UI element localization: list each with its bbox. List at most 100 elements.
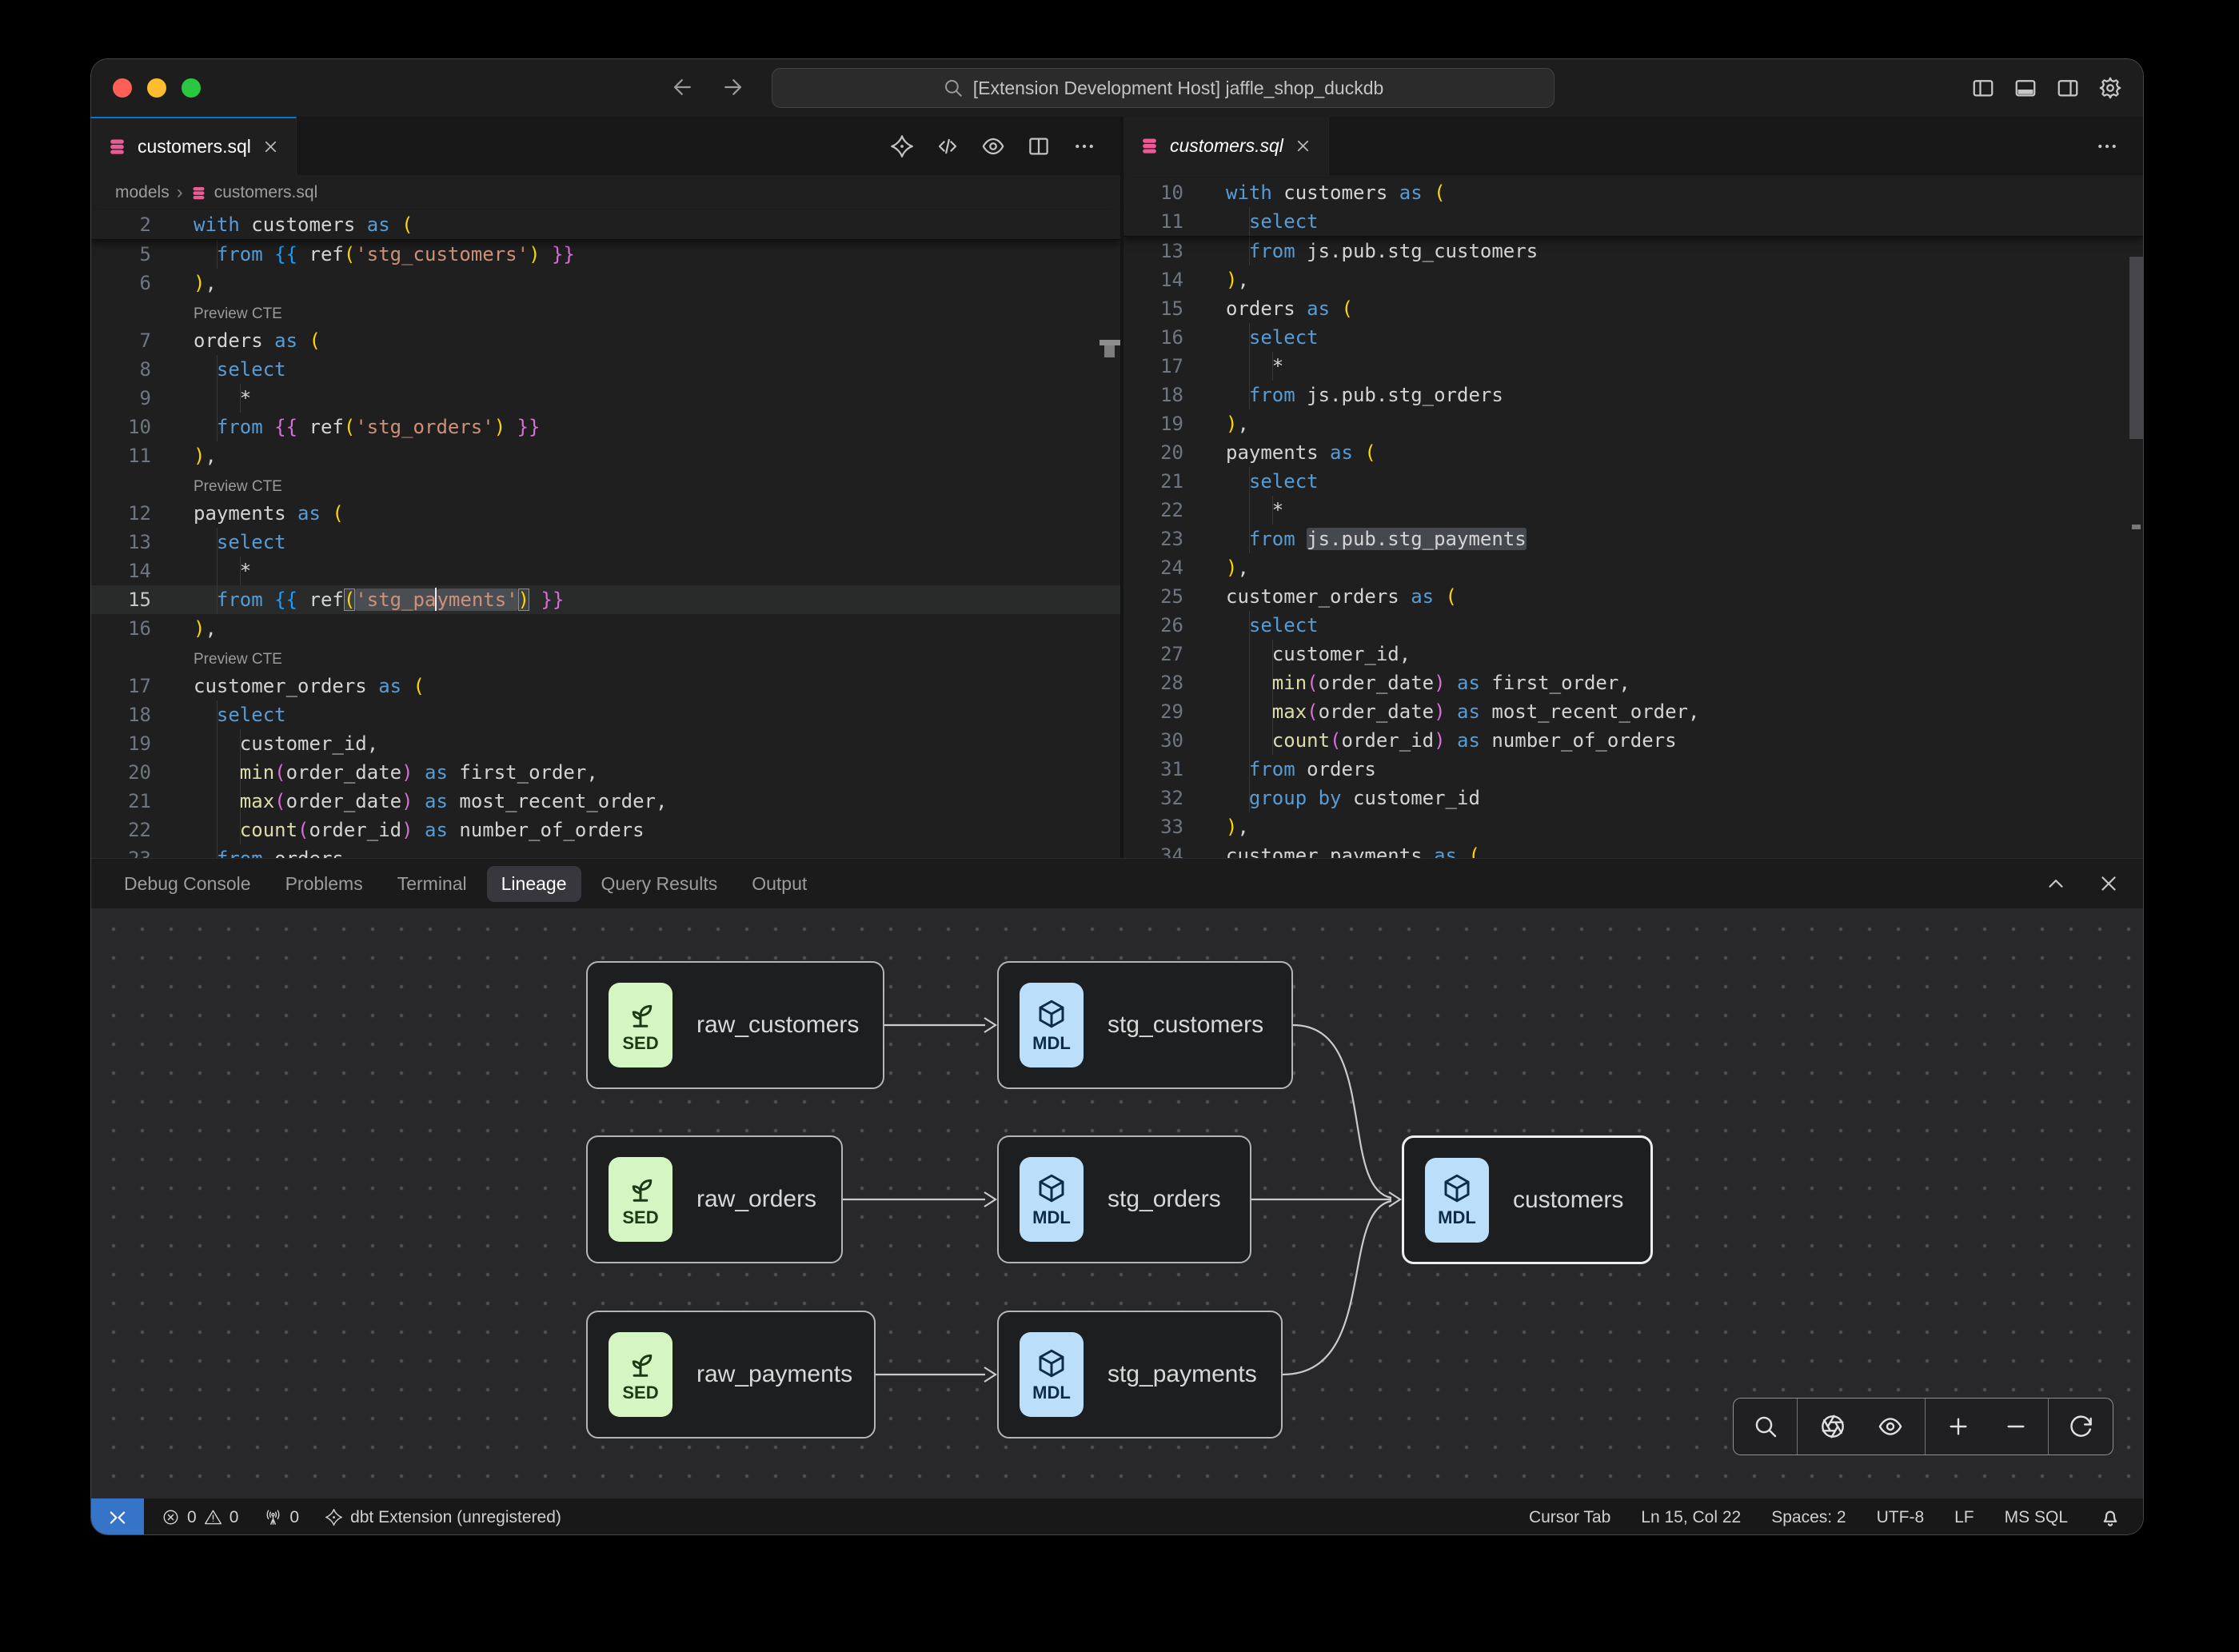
- code-line-26[interactable]: 26 select: [1123, 611, 2143, 640]
- action-ellipsis-icon[interactable]: [1072, 134, 1096, 158]
- code-line-13[interactable]: 13 select: [91, 528, 1120, 557]
- panel-tab-problems[interactable]: Problems: [271, 866, 377, 902]
- code-line-16[interactable]: 16),: [91, 614, 1120, 643]
- lineage-node-raw_customers[interactable]: SEDraw_customers: [586, 961, 884, 1089]
- breadcrumb-file[interactable]: customers.sql: [214, 183, 318, 202]
- action-code-icon[interactable]: [936, 134, 960, 158]
- close-tab-icon[interactable]: [261, 138, 280, 156]
- tab-customers-sql-compiled[interactable]: customers.sql: [1123, 117, 1329, 175]
- code-line-19[interactable]: 19 customer_id,: [91, 729, 1120, 758]
- status-lf[interactable]: LF: [1954, 1508, 1974, 1527]
- close-tab-icon[interactable]: [261, 138, 280, 156]
- layout-sidebar-right-icon[interactable]: [2056, 76, 2080, 100]
- lineage-node-raw_orders[interactable]: SEDraw_orders: [586, 1135, 843, 1263]
- action-ellipsis-icon[interactable]: [2095, 134, 2119, 158]
- code-line-17[interactable]: 17 *: [1123, 352, 2143, 381]
- code-lens-line[interactable]: Preview CTE: [91, 643, 1120, 672]
- code-line-15[interactable]: 15orders as (: [1123, 294, 2143, 323]
- lineage-aperture-button[interactable]: [1820, 1414, 1846, 1439]
- nav-arrow-right-icon[interactable]: [720, 75, 744, 99]
- code-line-22[interactable]: 22 count(order_id) as number_of_orders: [91, 816, 1120, 844]
- code-lens-link[interactable]: Preview CTE: [194, 478, 282, 495]
- panel-tab-terminal[interactable]: Terminal: [383, 866, 481, 902]
- tab-customers-sql[interactable]: customers.sql: [91, 117, 297, 175]
- code-line-23[interactable]: 23 from js.pub.stg_payments: [1123, 525, 2143, 553]
- panel-tab-query-results[interactable]: Query Results: [587, 866, 732, 902]
- code-line-13[interactable]: 13 from js.pub.stg_customers: [1123, 237, 2143, 265]
- lineage-minus-button[interactable]: [2003, 1414, 2029, 1439]
- code-line-19[interactable]: 19),: [1123, 409, 2143, 438]
- action-split-editor-icon[interactable]: [1027, 134, 1051, 158]
- code-line-21[interactable]: 21 select: [1123, 467, 2143, 496]
- code-line-17[interactable]: 17customer_orders as (: [91, 672, 1120, 700]
- code-editor-right[interactable]: 13 from js.pub.stg_customers14),15orders…: [1123, 237, 2143, 858]
- code-line-10[interactable]: 10with customers as (: [1123, 178, 2143, 207]
- code-line-2[interactable]: 2with customers as (: [91, 210, 1120, 239]
- code-editor-left[interactable]: 5 from {{ ref('stg_customers') }}6), Prev…: [91, 240, 1120, 858]
- status-problems[interactable]: 00: [162, 1508, 238, 1527]
- code-line-23[interactable]: 23 from orders: [91, 844, 1120, 858]
- code-line-34[interactable]: 34customer_payments as (: [1123, 841, 2143, 858]
- close-window-button[interactable]: [113, 78, 132, 98]
- lineage-node-stg_customers[interactable]: MDLstg_customers: [997, 961, 1293, 1089]
- action-dbt-icon[interactable]: [890, 134, 914, 158]
- notifications-bell-icon[interactable]: [2098, 1506, 2122, 1530]
- breadcrumb-folder[interactable]: models: [115, 183, 170, 202]
- lineage-search-button[interactable]: [1753, 1414, 1778, 1439]
- lineage-plus-button[interactable]: [1946, 1414, 1971, 1439]
- command-center-search[interactable]: [Extension Development Host] jaffle_shop…: [772, 68, 1555, 108]
- code-line-28[interactable]: 28 min(order_date) as first_order,: [1123, 668, 2143, 697]
- code-lens-line[interactable]: Preview CTE: [91, 470, 1120, 499]
- code-line-30[interactable]: 30 count(order_id) as number_of_orders: [1123, 726, 2143, 755]
- lineage-node-customers[interactable]: MDLcustomers: [1402, 1135, 1653, 1264]
- code-line-24[interactable]: 24),: [1123, 553, 2143, 582]
- status-dbt-extension[interactable]: dbt Extension (unregistered): [325, 1508, 561, 1527]
- code-line-20[interactable]: 20payments as (: [1123, 438, 2143, 467]
- zoom-window-button[interactable]: [182, 78, 201, 98]
- lineage-node-stg_orders[interactable]: MDLstg_orders: [997, 1135, 1251, 1263]
- code-line-7[interactable]: 7orders as (: [91, 326, 1120, 355]
- code-lens-line[interactable]: Preview CTE: [91, 297, 1120, 326]
- minimize-window-button[interactable]: [147, 78, 166, 98]
- code-line-33[interactable]: 33),: [1123, 812, 2143, 841]
- gear-icon[interactable]: [2098, 76, 2122, 100]
- code-line-9[interactable]: 9 *: [91, 384, 1120, 413]
- code-lens-link[interactable]: Preview CTE: [194, 305, 282, 322]
- code-line-11[interactable]: 11),: [91, 441, 1120, 470]
- lineage-eye-button[interactable]: [1878, 1414, 1903, 1439]
- status-ports[interactable]: 0: [264, 1508, 299, 1527]
- lineage-node-raw_payments[interactable]: SEDraw_payments: [586, 1311, 876, 1439]
- status-ms-sql[interactable]: MS SQL: [2005, 1508, 2068, 1527]
- nav-arrow-left-icon[interactable]: [671, 75, 695, 99]
- code-line-27[interactable]: 27 customer_id,: [1123, 640, 2143, 668]
- code-line-14[interactable]: 14),: [1123, 265, 2143, 294]
- code-line-20[interactable]: 20 min(order_date) as first_order,: [91, 758, 1120, 787]
- panel-close-icon[interactable]: [2097, 872, 2121, 896]
- panel-tab-output[interactable]: Output: [737, 866, 821, 902]
- lineage-refresh-button[interactable]: [2068, 1414, 2093, 1439]
- layout-panel-bottom-icon[interactable]: [2014, 76, 2037, 100]
- code-line-29[interactable]: 29 max(order_date) as most_recent_order,: [1123, 697, 2143, 726]
- code-line-21[interactable]: 21 max(order_date) as most_recent_order,: [91, 787, 1120, 816]
- code-line-10[interactable]: 10 from {{ ref('stg_orders') }}: [91, 413, 1120, 441]
- lineage-canvas[interactable]: SEDraw_customers MDLstg_customers SEDraw_o…: [91, 908, 2143, 1498]
- code-line-22[interactable]: 22 *: [1123, 496, 2143, 525]
- close-tab-icon[interactable]: [1294, 137, 1312, 155]
- code-line-11[interactable]: 11 select: [1123, 207, 2143, 236]
- code-line-15[interactable]: 15 from {{ ref('stg_payments') }}: [91, 585, 1120, 614]
- code-line-12[interactable]: 12payments as (: [91, 499, 1120, 528]
- panel-tab-debug-console[interactable]: Debug Console: [110, 866, 265, 902]
- panel-chevron-up-icon[interactable]: [2044, 872, 2068, 896]
- code-line-6[interactable]: 6),: [91, 269, 1120, 297]
- action-eye-icon[interactable]: [981, 134, 1005, 158]
- code-line-18[interactable]: 18 from js.pub.stg_orders: [1123, 381, 2143, 409]
- code-line-5[interactable]: 5 from {{ ref('stg_customers') }}: [91, 240, 1120, 269]
- remote-indicator[interactable]: [91, 1498, 144, 1535]
- layout-sidebar-left-icon[interactable]: [1971, 76, 1995, 100]
- lineage-node-stg_payments[interactable]: MDLstg_payments: [997, 1311, 1283, 1439]
- status-spaces-2[interactable]: Spaces: 2: [1771, 1508, 1846, 1527]
- code-lens-link[interactable]: Preview CTE: [194, 651, 282, 668]
- code-line-16[interactable]: 16 select: [1123, 323, 2143, 352]
- code-line-31[interactable]: 31 from orders: [1123, 755, 2143, 784]
- code-line-32[interactable]: 32 group by customer_id: [1123, 784, 2143, 812]
